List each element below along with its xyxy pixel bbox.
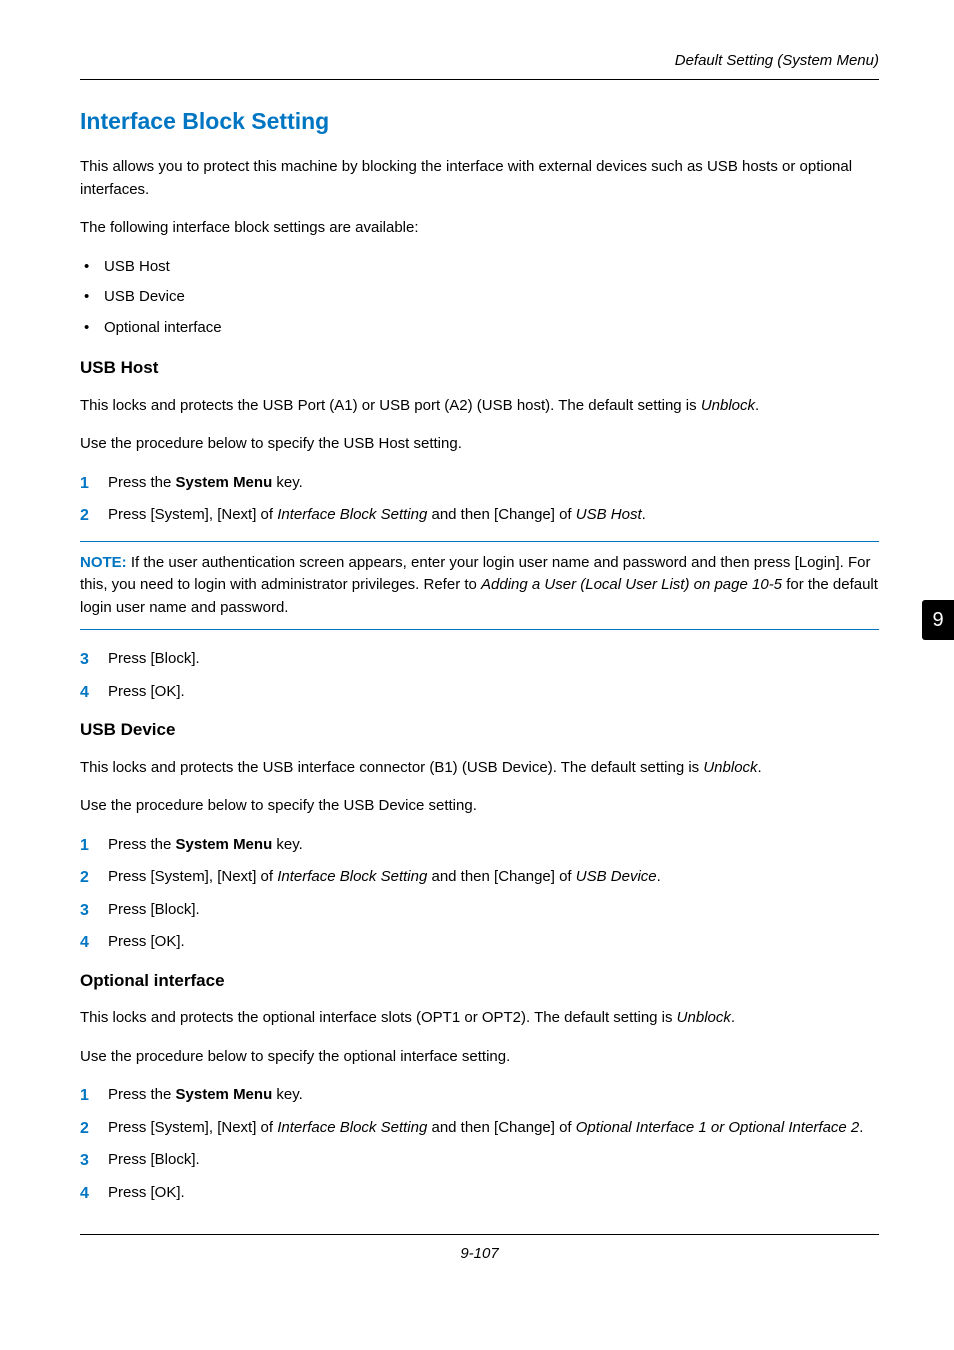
step: Press [OK]. <box>80 681 879 704</box>
text: . <box>859 1119 863 1136</box>
running-head: Default Setting (System Menu) <box>80 50 879 80</box>
usbdevice-p1: This locks and protects the USB interfac… <box>80 757 879 780</box>
cross-reference: Adding a User (Local User List) on page … <box>481 576 782 593</box>
emphasis: Unblock <box>701 397 755 414</box>
optional-p1: This locks and protects the optional int… <box>80 1007 879 1030</box>
bullet-list: USB Host USB Device Optional interface <box>80 256 879 340</box>
emphasis: Interface Block Setting <box>277 868 427 885</box>
usbdevice-heading: USB Device <box>80 717 879 743</box>
step: Press [Block]. <box>80 1149 879 1172</box>
text: Press [System], [Next] of <box>108 506 277 523</box>
list-item: Optional interface <box>80 317 879 340</box>
step: Press [System], [Next] of Interface Bloc… <box>80 504 879 527</box>
list-item: USB Host <box>80 256 879 279</box>
text: This locks and protects the USB Port (A1… <box>80 397 701 414</box>
text: . <box>642 506 646 523</box>
step: Press the System Menu key. <box>80 834 879 857</box>
emphasis: Interface Block Setting <box>277 1119 427 1136</box>
chapter-tab: 9 <box>922 600 954 640</box>
page-number: 9-107 <box>80 1234 879 1266</box>
text: key. <box>272 836 303 853</box>
step: Press the System Menu key. <box>80 472 879 495</box>
key-name: System Menu <box>176 836 273 853</box>
text: This locks and protects the USB interfac… <box>80 759 703 776</box>
emphasis: Unblock <box>677 1009 731 1026</box>
text: key. <box>272 1086 303 1103</box>
page-title: Interface Block Setting <box>80 104 879 139</box>
usbdevice-steps: Press the System Menu key. Press [System… <box>80 834 879 954</box>
emphasis: Unblock <box>703 759 757 776</box>
text: Press the <box>108 474 176 491</box>
text: Press the <box>108 836 176 853</box>
step: Press [System], [Next] of Interface Bloc… <box>80 1117 879 1140</box>
text: and then [Change] of <box>427 1119 575 1136</box>
text: and then [Change] of <box>427 868 575 885</box>
text: This locks and protects the optional int… <box>80 1009 677 1026</box>
text: . <box>657 868 661 885</box>
text: Press [System], [Next] of <box>108 1119 277 1136</box>
usbhost-p2: Use the procedure below to specify the U… <box>80 433 879 456</box>
optional-steps: Press the System Menu key. Press [System… <box>80 1084 879 1204</box>
emphasis: Optional Interface 1 or Optional Interfa… <box>576 1119 860 1136</box>
optional-heading: Optional interface <box>80 968 879 994</box>
note-label: NOTE: <box>80 554 127 571</box>
intro-paragraph: This allows you to protect this machine … <box>80 156 879 201</box>
text: and then [Change] of <box>427 506 575 523</box>
text: . <box>758 759 762 776</box>
text: Press [System], [Next] of <box>108 868 277 885</box>
usbhost-steps-1-2: Press the System Menu key. Press [System… <box>80 472 879 527</box>
step: Press [Block]. <box>80 899 879 922</box>
list-item: USB Device <box>80 286 879 309</box>
step: Press [System], [Next] of Interface Bloc… <box>80 866 879 889</box>
available-label: The following interface block settings a… <box>80 217 879 240</box>
usbhost-heading: USB Host <box>80 355 879 381</box>
usbhost-steps-3-4: Press [Block]. Press [OK]. <box>80 648 879 703</box>
note-block: NOTE: If the user authentication screen … <box>80 541 879 631</box>
emphasis: USB Host <box>576 506 642 523</box>
emphasis: USB Device <box>576 868 657 885</box>
step: Press [OK]. <box>80 1182 879 1205</box>
usbdevice-p2: Use the procedure below to specify the U… <box>80 795 879 818</box>
optional-p2: Use the procedure below to specify the o… <box>80 1046 879 1069</box>
step: Press [OK]. <box>80 931 879 954</box>
usbhost-p1: This locks and protects the USB Port (A1… <box>80 395 879 418</box>
text: Press the <box>108 1086 176 1103</box>
emphasis: Interface Block Setting <box>277 506 427 523</box>
text: key. <box>272 474 303 491</box>
step: Press the System Menu key. <box>80 1084 879 1107</box>
text: . <box>755 397 759 414</box>
step: Press [Block]. <box>80 648 879 671</box>
key-name: System Menu <box>176 1086 273 1103</box>
text: . <box>731 1009 735 1026</box>
key-name: System Menu <box>176 474 273 491</box>
